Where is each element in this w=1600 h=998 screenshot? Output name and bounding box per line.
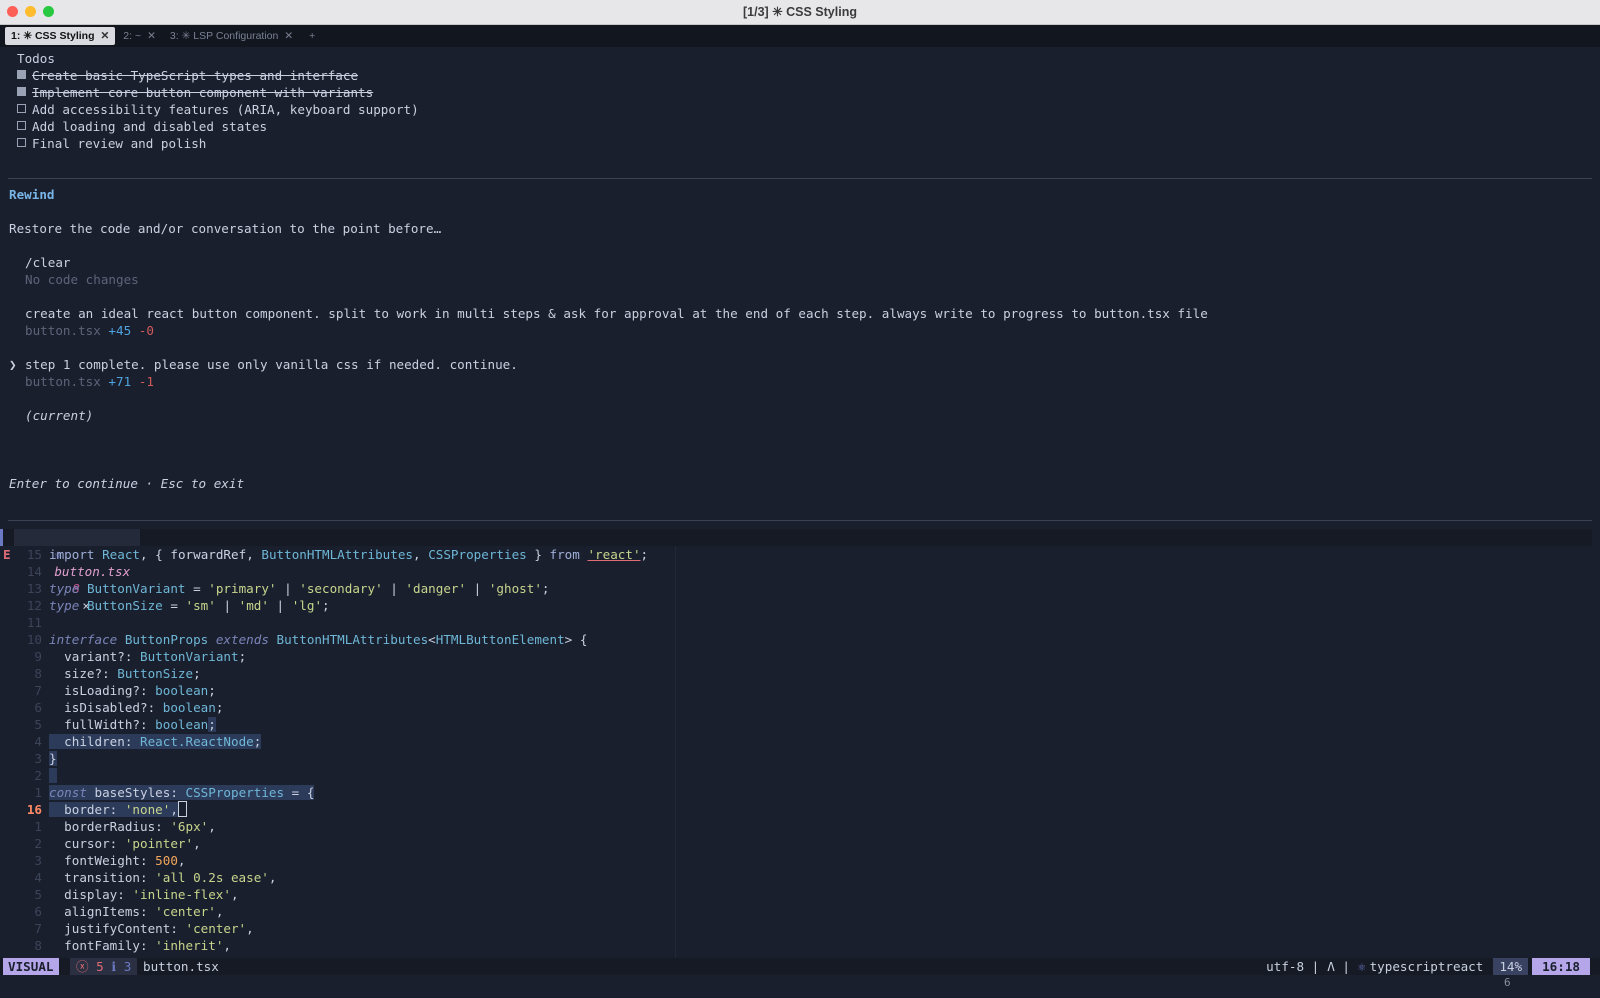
checkbox-checked-icon xyxy=(17,87,26,96)
checkbox-empty-icon xyxy=(17,138,26,147)
checkbox-empty-icon xyxy=(17,104,26,113)
terminal-tab-bar: 1: ✳ CSS Styling ✕ 2: ~ ✕ 3: ✳ LSP Confi… xyxy=(0,25,1600,47)
rewind-entry-diff: button.tsx +71 -1 xyxy=(25,374,154,389)
status-filename: button.tsx xyxy=(143,959,219,974)
code-line: 12 type ButtonSize = 'sm' | 'md' | 'lg'; xyxy=(26,598,330,613)
code-line: 1 const baseStyles: CSSProperties = { xyxy=(34,785,315,800)
cursor-position: 16:18 xyxy=(1532,958,1590,975)
code-line: 5 display: 'inline-flex', xyxy=(34,887,239,902)
rewind-hint: Enter to continue · Esc to exit xyxy=(9,476,245,491)
window-title: [1/3] ✳ CSS Styling xyxy=(743,5,857,19)
encoding: utf-8 | xyxy=(1266,959,1320,974)
editor-tabline: ⚛ button.tsx 8 × xyxy=(0,529,1592,613)
status-bar: VISUAL ⓧ 5 ℹ 3 button.tsx utf-8 | Λ | ⚛ … xyxy=(0,958,1600,975)
code-line: 8 fontFamily: 'inherit', xyxy=(34,938,231,953)
rewind-entry-prompt-selected[interactable]: step 1 complete. please use only vanilla… xyxy=(25,356,518,373)
todo-item: Final review and polish xyxy=(17,135,206,152)
code-line: E 15 import React, { forwardRef, ButtonHTM… xyxy=(3,547,649,562)
todos-title: Todos xyxy=(17,51,55,66)
close-icon[interactable]: ✕ xyxy=(147,30,156,42)
rewind-entry-prompt[interactable]: /clear xyxy=(25,254,71,271)
todo-item: Add loading and disabled states xyxy=(17,118,267,135)
code-line: 3} xyxy=(34,751,57,766)
rewind-title: Rewind xyxy=(9,187,55,202)
tab-home[interactable]: 2: ~ ✕ xyxy=(117,27,162,45)
code-line: 7 isLoading?: boolean; xyxy=(34,683,216,698)
rewind-entry-prompt[interactable]: create an ideal react button component. … xyxy=(25,305,1208,322)
code-editor[interactable]: E 15 import React, { forwardRef, ButtonHTM… xyxy=(0,546,675,958)
close-icon[interactable]: ✕ xyxy=(284,30,293,42)
code-line: 10 interface ButtonProps extends ButtonHT… xyxy=(26,632,588,647)
todo-item: Implement core button component with var… xyxy=(17,84,373,101)
rewind-entry-detail: No code changes xyxy=(25,272,139,287)
close-icon[interactable]: ✕ xyxy=(100,30,109,42)
code-line: 14 xyxy=(26,564,42,579)
code-line: 7 justifyContent: 'center', xyxy=(34,921,254,936)
divider xyxy=(8,178,1592,179)
error-count: ⓧ 5 xyxy=(76,959,104,974)
code-line: 9 variant?: ButtonVariant; xyxy=(34,649,247,664)
editor-tab-button-tsx[interactable]: ⚛ button.tsx 8 × xyxy=(14,529,141,613)
hint-count: ℹ 3 xyxy=(111,959,132,974)
code-line: 4 transition: 'all 0.2s ease', xyxy=(34,870,277,885)
code-line: 2 xyxy=(0,767,675,784)
code-line: 4 children: React.ReactNode; xyxy=(34,734,262,749)
filetype: typescriptreact xyxy=(1369,959,1484,974)
code-line: 13 type ButtonVariant = 'primary' | 'seco… xyxy=(26,581,550,596)
cursor-icon xyxy=(177,801,187,817)
rewind-current[interactable]: (current) xyxy=(25,407,93,424)
code-line: 2 cursor: 'pointer', xyxy=(34,836,201,851)
code-line: 8 size?: ButtonSize; xyxy=(34,666,201,681)
tab-label: 3: ✳ LSP Configuration xyxy=(169,30,279,42)
error-sign: E xyxy=(3,547,11,562)
tab-label: 1: ✳ CSS Styling xyxy=(11,30,95,42)
todo-item: Create basic TypeScript types and interf… xyxy=(17,67,358,84)
diagnostics[interactable]: ⓧ 5 ℹ 3 xyxy=(70,958,138,975)
tab-indicator xyxy=(0,529,3,546)
window-split xyxy=(675,546,676,958)
code-line: 3 fontWeight: 500, xyxy=(34,853,186,868)
mode-indicator: VISUAL xyxy=(3,958,59,975)
todo-item: Add accessibility features (ARIA, keyboa… xyxy=(17,101,419,118)
code-line: 5 fullWidth?: boolean; xyxy=(34,717,216,732)
tab-lsp-configuration[interactable]: 3: ✳ LSP Configuration ✕ xyxy=(164,27,299,45)
tab-label: 2: ~ xyxy=(123,30,142,42)
divider xyxy=(8,520,1592,521)
new-tab-button[interactable]: + xyxy=(309,30,315,42)
tab-css-styling[interactable]: 1: ✳ CSS Styling ✕ xyxy=(5,27,116,45)
window-titlebar: [1/3] ✳ CSS Styling xyxy=(0,0,1600,25)
code-line-current: 16 border: 'none', xyxy=(0,801,675,818)
status-right: utf-8 | Λ | ⚛ typescriptreact 14% 16:18 xyxy=(1266,958,1590,975)
code-line: 6 alignItems: 'center', xyxy=(34,904,224,919)
react-filetype-icon: ⚛ xyxy=(1358,959,1366,974)
scroll-percent: 14% xyxy=(1493,958,1529,975)
code-line: 1 borderRadius: '6px', xyxy=(34,819,216,834)
code-line: 11 xyxy=(26,615,42,630)
selected-marker-icon: ❯ xyxy=(9,357,17,372)
rewind-description: Restore the code and/or conversation to … xyxy=(9,221,442,236)
command-line-value: 6 xyxy=(1504,976,1511,989)
code-line: 6 isDisabled?: boolean; xyxy=(34,700,224,715)
rewind-entry-diff: button.tsx +45 -0 xyxy=(25,323,154,338)
checkbox-checked-icon xyxy=(17,70,26,79)
os-icon: Λ | xyxy=(1327,959,1350,974)
checkbox-empty-icon xyxy=(17,121,26,130)
